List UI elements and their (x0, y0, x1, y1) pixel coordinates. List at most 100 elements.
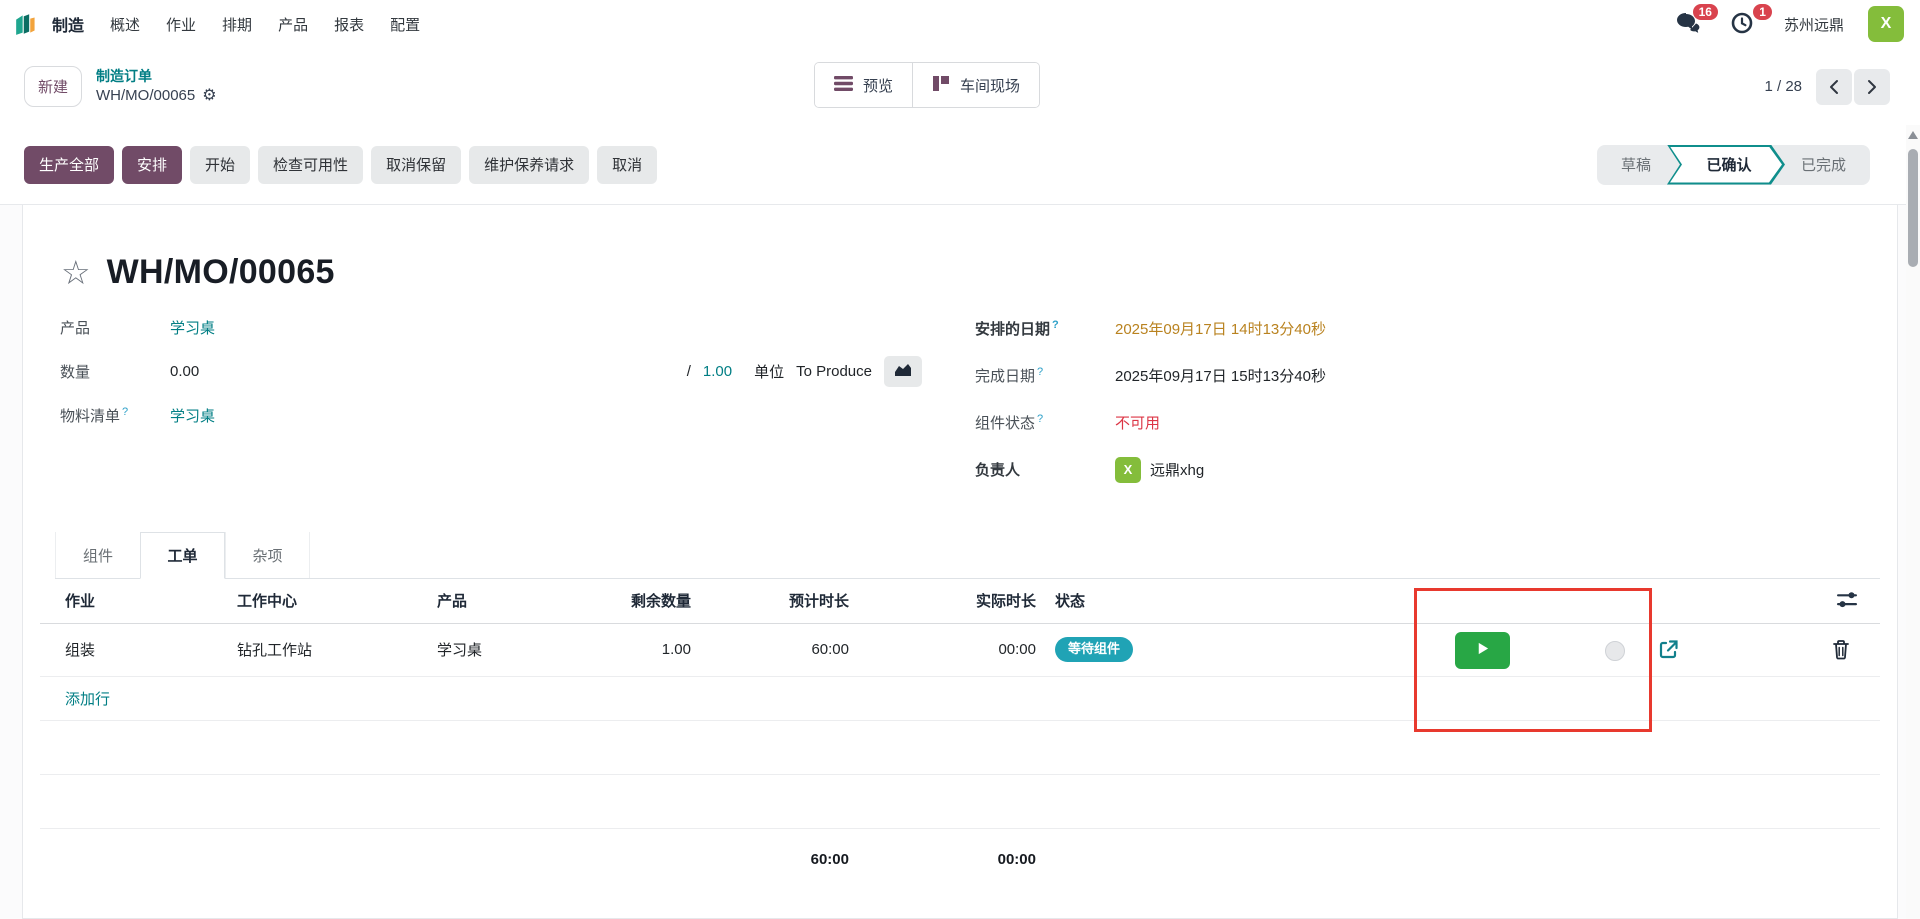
uom-label: 单位 (754, 363, 785, 381)
messages-button[interactable]: 16 (1676, 4, 1718, 38)
field-quantity-value[interactable]: 0.00 (170, 363, 199, 380)
help-marker: ? (1037, 413, 1044, 425)
field-product: 产品 学习桌 (60, 305, 922, 349)
scrollbar-up-arrow-icon[interactable] (1908, 131, 1918, 139)
view-button-list-label: 预览 (863, 77, 894, 95)
notebook-tabs: 组件 工单 杂项 (55, 532, 1880, 579)
status-step-draft[interactable]: 草稿 (1605, 154, 1667, 175)
pager: 1 / 28 (1764, 68, 1890, 105)
field-component-status-value: 不可用 (1115, 415, 1161, 432)
field-bom-value[interactable]: 学习桌 (170, 405, 215, 426)
kanban-icon (932, 74, 950, 96)
field-quantity: 数量 0.00 / 1.00 单位 To Produce (60, 349, 922, 393)
pager-previous-button[interactable] (1816, 68, 1852, 105)
activities-badge: 1 (1753, 4, 1772, 20)
responsible-avatar[interactable]: X (1115, 456, 1141, 483)
col-header-workcenter[interactable]: 工作中心 (237, 579, 437, 624)
status-step-confirmed-label: 已确认 (1670, 147, 1782, 183)
cancel-button[interactable]: 取消 (597, 145, 658, 184)
scrollbar-thumb[interactable] (1908, 149, 1918, 267)
quantity-slash: / (686, 362, 691, 380)
pager-value: 1 / 28 (1764, 78, 1802, 95)
gear-icon[interactable]: ⚙ (202, 87, 216, 104)
cell-remaining[interactable]: 1.00 (597, 623, 695, 677)
workorder-table: 作业 工作中心 产品 剩余数量 预计时长 实际时长 状态 组装 钻孔工作站 学习… (40, 579, 1880, 890)
quantity-total[interactable]: 1.00 (703, 363, 732, 380)
field-scheduled-date-label: 安排的日期? (975, 319, 1059, 338)
forecast-chart-button[interactable] (884, 355, 922, 387)
workorder-row[interactable]: 组装 钻孔工作站 学习桌 1.00 60:00 00:00 等待组件 (40, 623, 1880, 677)
new-button[interactable]: 新建 (24, 66, 83, 107)
nav-item-planning[interactable]: 排期 (222, 14, 252, 35)
total-real-duration: 00:00 (997, 850, 1036, 868)
cell-product[interactable]: 学习桌 (437, 623, 597, 677)
check-availability-button[interactable]: 检查可用性 (258, 145, 364, 184)
start-button[interactable]: 开始 (190, 145, 251, 184)
nav-item-reporting[interactable]: 报表 (334, 14, 364, 35)
uom-value[interactable]: To Produce (796, 363, 872, 380)
col-header-state[interactable]: 状态 (1040, 579, 1240, 624)
field-deadline-value[interactable]: 2025年09月17日 15时13分40秒 (1115, 365, 1326, 386)
nav-item-operations[interactable]: 作业 (166, 14, 196, 35)
unreserve-button[interactable]: 取消保留 (371, 145, 462, 184)
field-component-status: 组件状态? 不可用 (975, 399, 1897, 446)
cell-expected-duration[interactable]: 60:00 (695, 623, 853, 677)
cell-workcenter[interactable]: 钻孔工作站 (237, 623, 437, 677)
totals-row: 60:00 00:00 (40, 828, 1880, 890)
col-header-expected-duration[interactable]: 预计时长 (695, 579, 853, 624)
cell-real-duration[interactable]: 00:00 (853, 623, 1040, 677)
maintenance-request-button[interactable]: 维护保养请求 (469, 145, 590, 184)
trash-icon[interactable] (1832, 639, 1850, 660)
table-header-row: 作业 工作中心 产品 剩余数量 预计时长 实际时长 状态 (40, 579, 1880, 624)
breadcrumb-parent-link[interactable]: 制造订单 (96, 67, 217, 86)
user-avatar[interactable]: X (1868, 6, 1904, 42)
nav-item-products[interactable]: 产品 (278, 14, 308, 35)
field-scheduled-date: 安排的日期? 2025年09月17日 14时13分40秒 (975, 305, 1897, 352)
breadcrumb: 制造订单 WH/MO/00065 ⚙ (96, 67, 217, 106)
tab-components[interactable]: 组件 (55, 532, 140, 578)
col-header-operation[interactable]: 作业 (40, 579, 237, 624)
list-icon (834, 75, 853, 95)
nav-item-configuration[interactable]: 配置 (390, 14, 420, 35)
pager-next-button[interactable] (1854, 68, 1890, 105)
form-sheet: ☆ WH/MO/00065 产品 学习桌 数量 0.00 / 1.00 单位 T… (22, 205, 1898, 919)
field-bom-label: 物料清单? (60, 405, 129, 425)
view-switcher: 预览 车间现场 (814, 62, 1041, 108)
produce-all-button[interactable]: 生产全部 (24, 145, 115, 184)
app-menu-manufacturing[interactable]: 制造 (52, 12, 84, 36)
activities-button[interactable]: 1 (1730, 4, 1772, 38)
tab-miscellaneous[interactable]: 杂项 (225, 532, 310, 578)
control-panel: 新建 制造订单 WH/MO/00065 ⚙ 预览 车间现场 1 / 28 (0, 48, 1920, 125)
star-icon[interactable]: ☆ (61, 256, 91, 289)
field-scheduled-date-value[interactable]: 2025年09月17日 14时13分40秒 (1115, 318, 1326, 339)
add-line-link[interactable]: 添加行 (65, 691, 110, 708)
tab-workorders[interactable]: 工单 (140, 532, 225, 579)
plan-button[interactable]: 安排 (122, 145, 183, 184)
field-responsible-value[interactable]: 远鼎xhg (1150, 459, 1204, 480)
cell-operation[interactable]: 组装 (40, 623, 237, 677)
status-step-done[interactable]: 已完成 (1785, 154, 1862, 175)
company-name[interactable]: 苏州远鼎 (1784, 14, 1844, 35)
col-header-product[interactable]: 产品 (437, 579, 597, 624)
external-link-icon[interactable] (1658, 639, 1679, 660)
status-step-confirmed[interactable]: 已确认 (1667, 145, 1785, 185)
scrollbar[interactable] (1906, 125, 1920, 919)
view-button-list[interactable]: 预览 (815, 63, 913, 107)
empty-row (40, 774, 1880, 829)
empty-row (40, 720, 1880, 775)
play-icon (1475, 641, 1490, 659)
app-logo-icon[interactable] (14, 10, 42, 38)
view-button-shopfloor-label: 车间现场 (960, 77, 1021, 95)
field-component-status-label: 组件状态? (975, 413, 1044, 432)
start-workorder-button[interactable] (1455, 631, 1510, 669)
help-marker: ? (122, 405, 129, 418)
col-header-real-duration[interactable]: 实际时长 (853, 579, 1040, 624)
page-title: WH/MO/00065 (106, 252, 335, 291)
field-responsible: 负责人 X 远鼎xhg (975, 446, 1897, 493)
field-product-value[interactable]: 学习桌 (170, 317, 215, 338)
view-button-shopfloor[interactable]: 车间现场 (912, 63, 1040, 107)
nav-item-overview[interactable]: 概述 (110, 14, 140, 35)
col-header-remaining[interactable]: 剩余数量 (597, 579, 695, 624)
workorder-done-radio[interactable] (1605, 640, 1625, 661)
sliders-icon[interactable] (1836, 590, 1858, 610)
